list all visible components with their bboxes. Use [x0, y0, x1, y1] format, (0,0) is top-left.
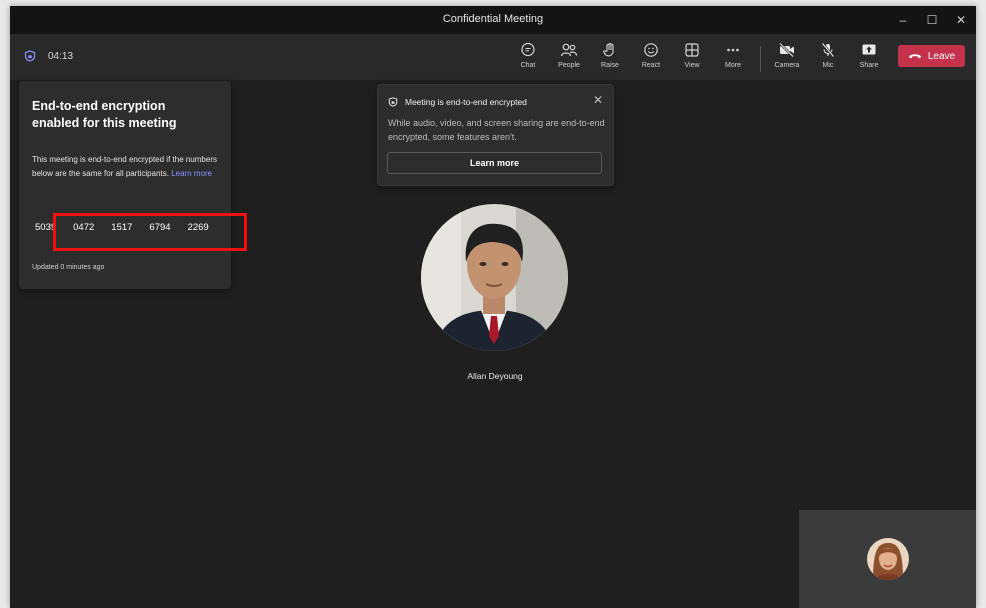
timer-text: 04:13 [48, 50, 74, 62]
smiley-icon [644, 43, 658, 57]
share-button[interactable]: Share [849, 40, 889, 69]
view-button[interactable]: View [672, 40, 712, 69]
teams-meeting-window: Confidential Meeting – ☐ ✕ 04:13 Chat Pe… [10, 6, 976, 608]
camera-label: Camera [774, 62, 800, 69]
learn-more-link[interactable]: Learn more [171, 169, 212, 178]
shield-lock-icon [388, 97, 398, 107]
view-label: View [684, 62, 700, 69]
leave-button[interactable]: Leave [898, 45, 965, 67]
person-portrait-icon [421, 204, 568, 351]
people-icon [560, 43, 578, 57]
person-portrait-icon [867, 538, 909, 580]
leave-label: Leave [927, 50, 956, 62]
participant-name: Allan Deyoung [467, 371, 523, 381]
toolbar-divider [760, 46, 761, 72]
react-button[interactable]: React [631, 40, 671, 69]
encryption-details-panel: End-to-end encryption enabled for this m… [19, 81, 231, 289]
encryption-description: This meeting is end-to-end encrypted if … [32, 153, 222, 181]
mic-label: Mic [822, 62, 834, 69]
react-label: React [641, 62, 661, 69]
hang-up-phone-icon [908, 54, 921, 59]
learn-more-button[interactable]: Learn more [387, 152, 602, 174]
chat-icon [521, 42, 535, 57]
camera-off-icon [779, 42, 794, 58]
notice-header: Meeting is end-to-end encrypted [388, 97, 527, 107]
camera-button[interactable]: Camera [767, 40, 807, 69]
shield-lock-icon [24, 50, 36, 62]
encryption-panel-title: End-to-end encryption enabled for this m… [32, 99, 177, 130]
people-button[interactable]: People [549, 40, 589, 69]
more-label: More [725, 62, 741, 69]
meeting-timer[interactable]: 04:13 [24, 50, 73, 62]
chat-button[interactable]: Chat [508, 40, 548, 69]
maximize-button[interactable]: ☐ [917, 10, 947, 30]
close-icon[interactable]: ✕ [593, 93, 603, 107]
more-button[interactable]: More [713, 40, 753, 69]
mic-button[interactable]: Mic [808, 40, 848, 69]
minimize-button[interactable]: – [888, 10, 918, 30]
encryption-notice-popup: Meeting is end-to-end encrypted ✕ While … [377, 84, 614, 186]
grid-view-icon [685, 43, 699, 57]
window-title: Confidential Meeting [442, 13, 544, 25]
self-avatar [867, 538, 909, 580]
self-video-tile[interactable] [799, 510, 976, 608]
encryption-updated-text: Updated 0 minutes ago [32, 264, 105, 271]
share-screen-icon [862, 44, 876, 55]
people-label: People [558, 62, 580, 69]
chat-label: Chat [520, 62, 536, 69]
more-dots-icon [727, 48, 739, 52]
title-bar: Confidential Meeting – ☐ ✕ [10, 6, 976, 34]
mic-off-icon [821, 42, 835, 58]
raise-hand-button[interactable]: Raise [590, 40, 630, 69]
red-highlight-box [53, 213, 247, 251]
notice-body: While audio, video, and screen sharing a… [388, 118, 605, 142]
notice-title: Meeting is end-to-end encrypted [405, 97, 527, 107]
close-window-button[interactable]: ✕ [946, 10, 976, 30]
meeting-toolbar: 04:13 Chat People Raise React View More [10, 34, 976, 80]
participant-avatar [421, 204, 568, 351]
raise-label: Raise [601, 62, 619, 69]
share-label: Share [859, 62, 879, 69]
hand-icon [603, 42, 614, 57]
